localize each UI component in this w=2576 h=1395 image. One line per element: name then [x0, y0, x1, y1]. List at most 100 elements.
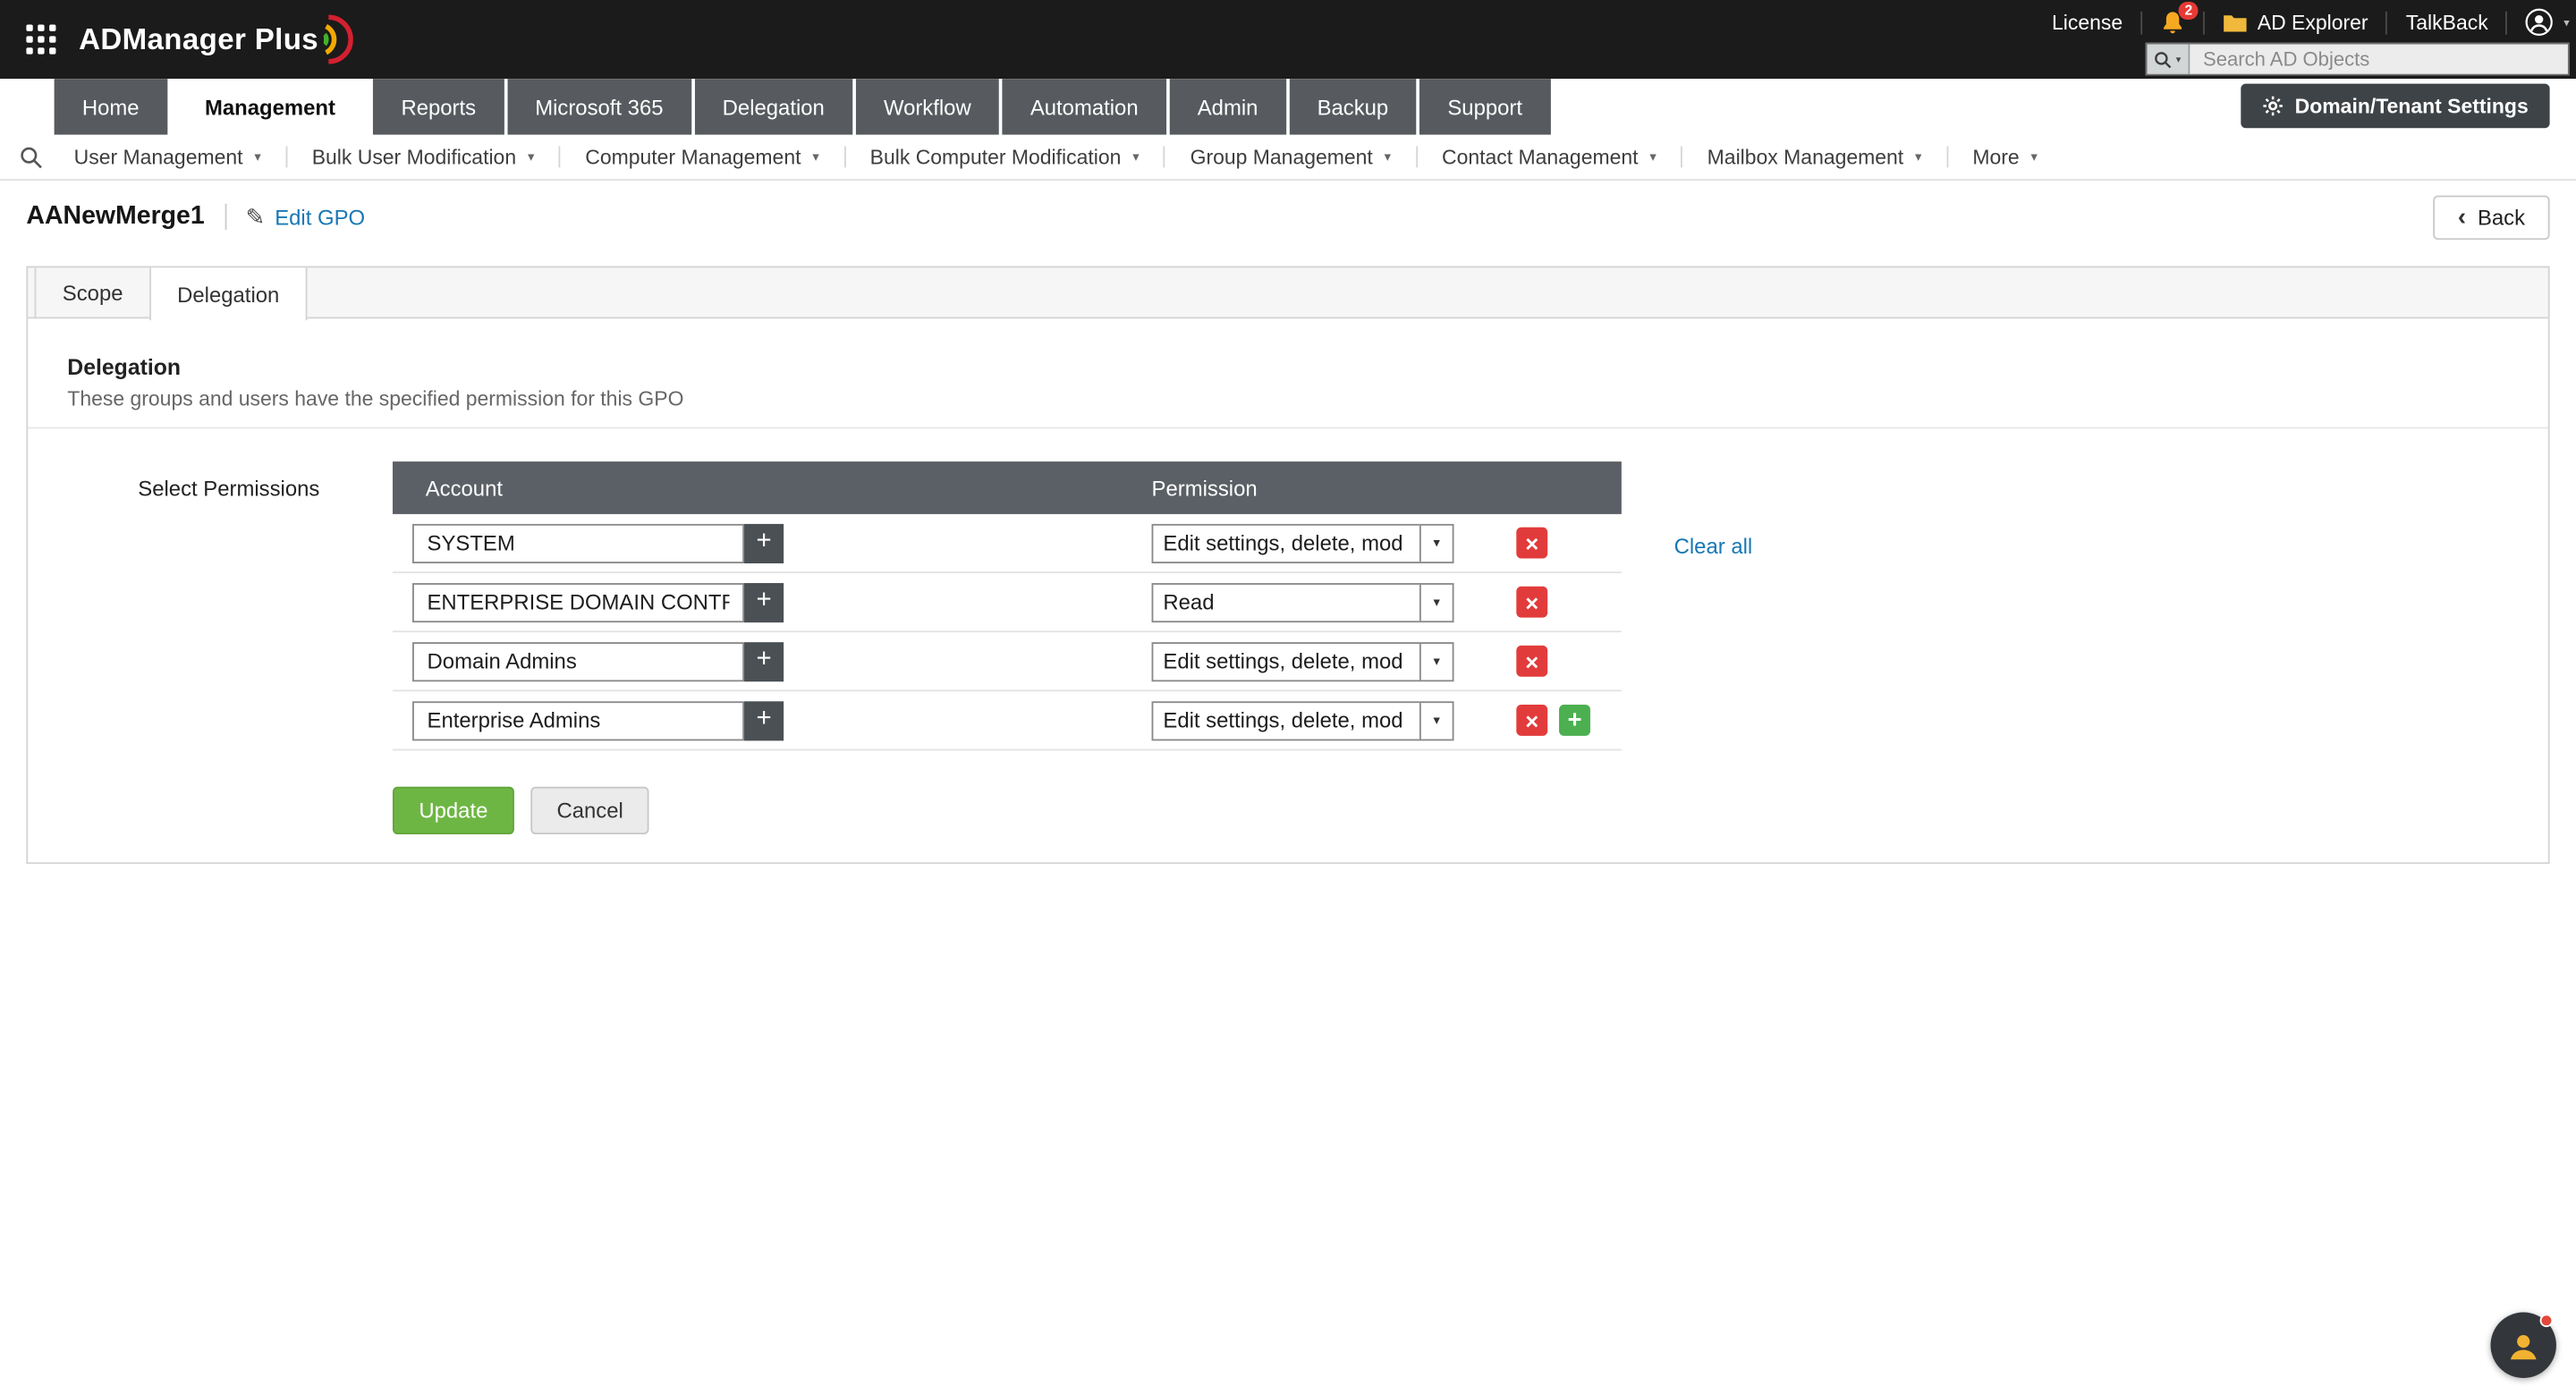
- search-scope-button[interactable]: ▾: [2148, 45, 2190, 74]
- update-button[interactable]: Update: [393, 787, 514, 834]
- ad-explorer-button[interactable]: AD Explorer: [2223, 11, 2368, 34]
- table-row: + Edit settings, delete, mod ▾ ×: [393, 632, 1622, 691]
- brand-name: ADManager Plus: [79, 22, 318, 57]
- chevron-down-icon: ▾: [1915, 149, 1921, 165]
- nav-tab-home[interactable]: Home: [55, 79, 167, 134]
- menu-contact-management[interactable]: Contact Management▾: [1417, 146, 1681, 169]
- plus-icon: +: [756, 528, 771, 554]
- menu-computer-management[interactable]: Computer Management▾: [561, 146, 844, 169]
- nav-tab-support[interactable]: Support: [1419, 79, 1550, 134]
- nav-tab-delegation[interactable]: Delegation: [694, 79, 852, 134]
- table-row: + Edit settings, delete, mod ▾ ×: [393, 514, 1622, 573]
- menu-bulk-computer-modification[interactable]: Bulk Computer Modification▾: [845, 146, 1164, 169]
- permission-select[interactable]: Read ▾: [1152, 582, 1454, 621]
- nav-tab-management[interactable]: Management: [170, 79, 369, 134]
- nav-tab-backup[interactable]: Backup: [1289, 79, 1416, 134]
- remove-row-button[interactable]: ×: [1516, 528, 1547, 559]
- menu-group-management[interactable]: Group Management▾: [1165, 146, 1416, 169]
- remove-row-button[interactable]: ×: [1516, 646, 1547, 677]
- divider: [2386, 11, 2388, 34]
- back-button[interactable]: ‹ Back: [2433, 195, 2549, 240]
- domain-tenant-settings-button[interactable]: Domain/Tenant Settings: [2241, 84, 2550, 129]
- chevron-down-icon: ▾: [1419, 643, 1453, 679]
- account-picker-button[interactable]: +: [744, 700, 784, 740]
- management-menubar: User Management▾ Bulk User Modification ▾…: [0, 135, 2576, 181]
- account-picker-button[interactable]: +: [744, 641, 784, 681]
- permission-select[interactable]: Edit settings, delete, mod ▾: [1152, 523, 1454, 562]
- pencil-icon: ✎: [246, 203, 266, 231]
- support-person-icon: [2505, 1328, 2541, 1364]
- menu-label: Bulk User Modification: [312, 146, 516, 169]
- account-picker-button[interactable]: +: [744, 582, 784, 621]
- menu-bulk-user-modification[interactable]: Bulk User Modification ▾: [287, 146, 559, 169]
- close-icon: ×: [1525, 649, 1538, 672]
- account-input[interactable]: [412, 582, 744, 621]
- delegation-panel: Delegation These groups and users have t…: [26, 317, 2549, 864]
- tab-delegation[interactable]: Delegation: [149, 267, 308, 320]
- permission-column-header: Permission: [1152, 476, 1622, 501]
- edit-gpo-link[interactable]: Edit GPO: [275, 205, 365, 230]
- chevron-down-icon: ▾: [2031, 149, 2038, 165]
- panel-heading-block: Delegation These groups and users have t…: [28, 355, 2548, 429]
- back-label: Back: [2478, 205, 2525, 230]
- nav-tab-microsoft-365[interactable]: Microsoft 365: [507, 79, 691, 134]
- close-icon: ×: [1525, 590, 1538, 613]
- menu-user-management[interactable]: User Management▾: [49, 146, 285, 169]
- license-link[interactable]: License: [2052, 11, 2123, 34]
- permissions-section: Select Permissions Account Permission +: [28, 428, 2548, 750]
- account-input[interactable]: [412, 641, 744, 681]
- page-title: AANewMerge1: [26, 202, 204, 232]
- page-header: AANewMerge1 ✎ Edit GPO ‹ Back: [0, 181, 2576, 253]
- table-row: + Edit settings, delete, mod ▾ × +: [393, 691, 1622, 750]
- account-menu-button[interactable]: ▾: [2526, 8, 2570, 36]
- nav-tab-admin[interactable]: Admin: [1170, 79, 1286, 134]
- account-picker-button[interactable]: +: [744, 523, 784, 562]
- close-icon: ×: [1525, 709, 1538, 732]
- talkback-link[interactable]: TalkBack: [2406, 11, 2488, 34]
- cancel-button[interactable]: Cancel: [530, 787, 649, 834]
- permission-value: Edit settings, delete, mod: [1153, 525, 1419, 561]
- search-icon: [2155, 50, 2173, 68]
- menu-more[interactable]: More ▾: [1948, 146, 2063, 169]
- search-input[interactable]: [2190, 45, 2567, 74]
- form-actions: Update Cancel: [393, 787, 2548, 834]
- nav-tab-workflow[interactable]: Workflow: [856, 79, 999, 134]
- top-bar: ADManager Plus License 2: [0, 0, 2576, 79]
- menu-label: More: [1972, 146, 2019, 169]
- tab-scope[interactable]: Scope: [35, 267, 151, 318]
- permission-value: Edit settings, delete, mod: [1153, 643, 1419, 679]
- chevron-down-icon: ▾: [528, 149, 534, 165]
- section-description: These groups and users have the specifie…: [67, 387, 2525, 410]
- menu-mailbox-management[interactable]: Mailbox Management▾: [1682, 146, 1946, 169]
- close-icon: ×: [1525, 531, 1538, 554]
- remove-row-button[interactable]: ×: [1516, 705, 1547, 736]
- support-chat-button[interactable]: [2490, 1313, 2555, 1378]
- permission-select[interactable]: Edit settings, delete, mod ▾: [1152, 700, 1454, 740]
- add-row-button[interactable]: +: [1559, 705, 1590, 736]
- admanager-plus-app: ADManager Plus License 2: [0, 0, 2576, 1395]
- content-area: Scope Delegation Delegation These groups…: [26, 266, 2549, 865]
- main-nav: Home Management Reports Microsoft 365 De…: [0, 79, 2576, 134]
- table-header-row: Account Permission: [393, 461, 1622, 514]
- app-launcher-icon[interactable]: [26, 25, 55, 55]
- plus-icon: +: [1567, 708, 1581, 733]
- nav-tab-reports[interactable]: Reports: [373, 79, 504, 134]
- gear-icon: [2262, 96, 2284, 117]
- account-input[interactable]: [412, 523, 744, 562]
- account-input[interactable]: [412, 700, 744, 740]
- clear-all-link[interactable]: Clear all: [1674, 534, 1753, 559]
- table-row: + Read ▾ ×: [393, 573, 1622, 632]
- nav-tab-automation[interactable]: Automation: [1003, 79, 1166, 134]
- chevron-down-icon: ▾: [1419, 525, 1453, 561]
- search-icon: [20, 146, 43, 169]
- menubar-search-button[interactable]: [13, 146, 49, 169]
- select-permissions-label: Select Permissions: [138, 461, 393, 501]
- notifications-button[interactable]: 2: [2160, 9, 2185, 35]
- divider: [2140, 11, 2142, 34]
- chevron-down-icon: ▾: [1419, 702, 1453, 738]
- plus-icon: +: [756, 588, 771, 613]
- permission-select[interactable]: Edit settings, delete, mod ▾: [1152, 641, 1454, 681]
- plus-icon: +: [756, 706, 771, 731]
- remove-row-button[interactable]: ×: [1516, 587, 1547, 618]
- menu-label: Contact Management: [1442, 146, 1639, 169]
